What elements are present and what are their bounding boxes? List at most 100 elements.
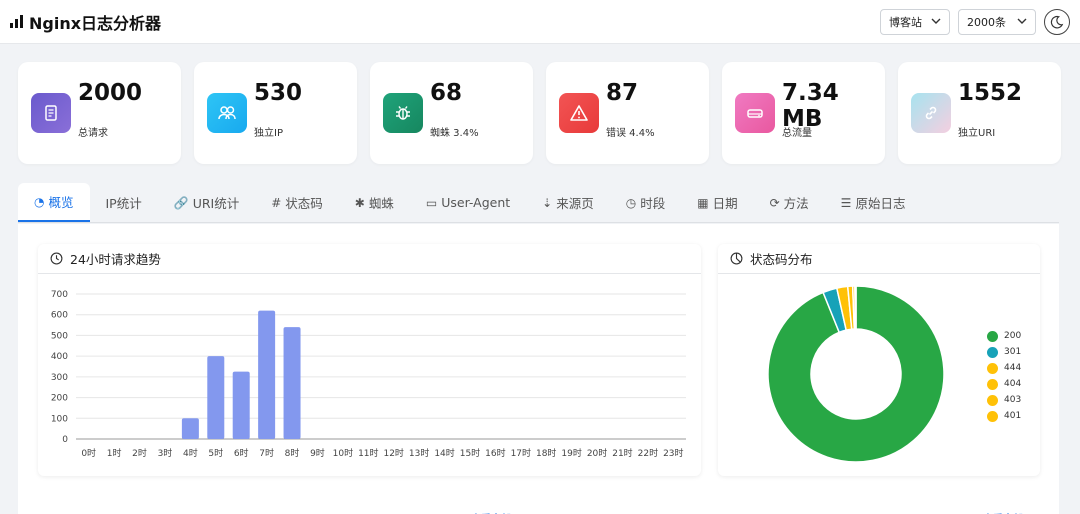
tab-item[interactable]: ◔ 概览 <box>18 183 90 222</box>
x-tick-label: 20时 <box>587 447 607 459</box>
x-tick-label: 23时 <box>663 447 683 459</box>
dashboard-icon: ◔ <box>34 194 45 209</box>
count-select-value: 2000条 <box>967 15 1006 29</box>
tab-item[interactable]: ◷ 时段 <box>610 183 682 222</box>
tab-item[interactable]: ▦ 日期 <box>681 183 753 222</box>
x-tick-label: 12时 <box>383 447 403 459</box>
view-all-link[interactable]: 查看全部 <box>471 510 511 514</box>
legend-swatch <box>987 378 998 390</box>
tab-label: IP统计 <box>105 196 142 211</box>
app-logo: Nginx日志分析器 <box>10 10 161 34</box>
legend-label: 404 <box>1004 379 1022 389</box>
x-tick-label: 5时 <box>208 447 223 459</box>
stat-card: 530 独立IP <box>194 62 357 164</box>
signpost-icon: ⇣ <box>542 195 553 210</box>
x-tick-label: 3时 <box>158 447 173 459</box>
panel-title: 状态码分布 <box>750 252 813 267</box>
warning-icon <box>559 93 599 133</box>
x-tick-label: 21时 <box>612 447 632 459</box>
x-tick-label: 22时 <box>638 447 658 459</box>
stat-value: 530 <box>254 80 303 106</box>
bar[interactable] <box>181 418 199 439</box>
legend-swatch <box>987 362 998 374</box>
legend-label: 301 <box>1004 347 1022 357</box>
y-tick-label: 300 <box>51 373 68 383</box>
status-legend: 200 301 444 404 403 401 <box>987 328 1021 424</box>
x-tick-label: 2时 <box>132 447 147 459</box>
legend-item[interactable]: 403 <box>987 392 1021 408</box>
bar[interactable] <box>232 371 250 439</box>
bar-chart-icon <box>10 15 23 28</box>
pie-chart-icon <box>730 252 743 265</box>
view-all-link[interactable]: 查看全部 <box>983 510 1023 514</box>
stat-label: 错误 4.4% <box>606 128 655 139</box>
y-tick-label: 700 <box>51 290 68 300</box>
legend-item[interactable]: 200 <box>987 328 1021 344</box>
tab-item[interactable]: ⇣ 来源页 <box>526 183 610 222</box>
y-tick-label: 0 <box>62 435 68 445</box>
panel-header: 状态码分布 <box>718 244 1040 274</box>
legend-label: 403 <box>1004 395 1022 405</box>
legend-item[interactable]: 301 <box>987 344 1021 360</box>
stat-value: 87 <box>606 80 639 106</box>
tab-bar: ◔ 概览 IP统计 🔗 URI统计 # 状态码 ✱ 蜘蛛 ▭ User-Agent ⇣ 来源页 ◷ 时段 ▦ 日… <box>18 183 1059 223</box>
legend-swatch <box>987 346 998 358</box>
moon-icon <box>1050 15 1064 28</box>
x-tick-label: 19时 <box>561 447 581 459</box>
tab-label: URI统计 <box>192 196 240 211</box>
x-tick-label: 10时 <box>333 447 353 459</box>
x-tick-label: 7时 <box>259 447 274 459</box>
bottom-panels-header: 查看全部 查看全部 <box>38 510 1040 514</box>
legend-swatch <box>987 410 998 422</box>
y-tick-label: 400 <box>51 352 68 362</box>
tab-item[interactable]: ☰ 原始日志 <box>825 183 922 222</box>
site-select-value: 博客站 <box>889 15 922 29</box>
laptop-icon: ▭ <box>425 195 438 210</box>
stat-label: 蜘蛛 3.4% <box>430 128 479 139</box>
x-tick-label: 9时 <box>310 447 325 459</box>
stat-card: 2000 总请求 <box>18 62 181 164</box>
tab-item[interactable]: ▭ User-Agent <box>410 183 526 222</box>
tab-item[interactable]: ⟳ 方法 <box>754 183 825 222</box>
legend-item[interactable]: 444 <box>987 360 1021 376</box>
legend-swatch <box>987 330 998 342</box>
bar[interactable] <box>258 310 276 439</box>
panel-title: 24小时请求趋势 <box>70 252 161 267</box>
tab-item[interactable]: 🔗 URI统计 <box>158 183 255 222</box>
app-header: Nginx日志分析器 博客站 2000条 <box>0 0 1080 44</box>
tab-item[interactable]: # 状态码 <box>255 183 339 222</box>
x-tick-label: 13时 <box>409 447 429 459</box>
tab-item[interactable]: ✱ 蜘蛛 <box>339 183 410 222</box>
y-tick-label: 100 <box>51 414 68 424</box>
tab-label: 概览 <box>48 195 74 210</box>
tab-label: 原始日志 <box>855 196 906 211</box>
panel-header: 24小时请求趋势 <box>38 244 701 274</box>
stat-value: 1552 <box>958 80 1023 106</box>
stat-label: 独立URI <box>958 128 996 139</box>
stat-label: 总请求 <box>78 128 108 139</box>
theme-toggle-button[interactable] <box>1044 8 1070 35</box>
bar[interactable] <box>207 356 225 439</box>
hash-icon: # <box>271 195 282 210</box>
legend-label: 401 <box>1004 411 1022 421</box>
pie-slice[interactable] <box>854 285 857 330</box>
count-select[interactable]: 2000条 <box>958 8 1036 35</box>
stat-label: 独立IP <box>254 128 283 139</box>
tab-item[interactable]: IP统计 <box>90 183 158 222</box>
status-donut-chart <box>767 285 945 463</box>
hourly-trend-panel: 24小时请求趋势 0 100 200 300 400 500 600 700 0时 1时 2时 3时 4… <box>38 244 701 476</box>
legend-swatch <box>987 394 998 406</box>
site-select[interactable]: 博客站 <box>880 8 950 35</box>
clock-icon: ◷ <box>625 195 637 210</box>
bar[interactable] <box>283 327 301 439</box>
legend-item[interactable]: 404 <box>987 376 1021 392</box>
legend-item[interactable]: 401 <box>987 408 1021 424</box>
x-tick-label: 16时 <box>485 447 505 459</box>
tab-label: 方法 <box>783 196 809 211</box>
status-code-panel: 状态码分布 200 301 444 404 403 401 <box>718 244 1040 476</box>
x-tick-label: 15时 <box>460 447 480 459</box>
y-tick-label: 200 <box>51 394 68 404</box>
stat-card: 68 蜘蛛 3.4% <box>370 62 533 164</box>
document-icon <box>31 93 71 133</box>
refresh-icon: ⟳ <box>769 195 780 210</box>
